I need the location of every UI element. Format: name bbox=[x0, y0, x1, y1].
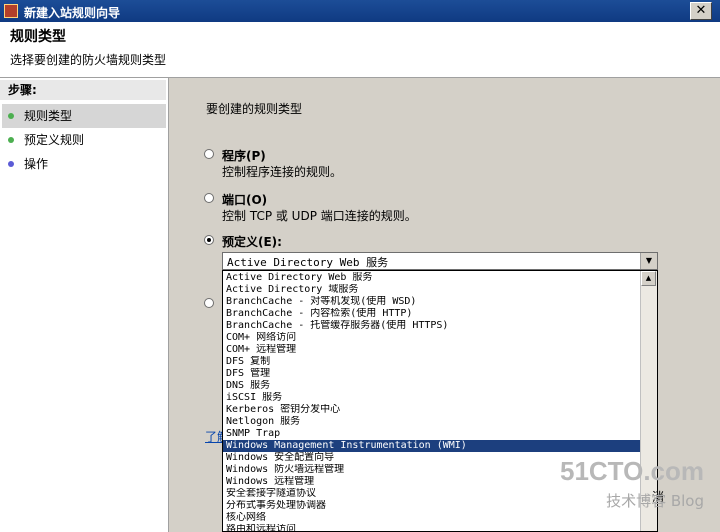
dropdown-option[interactable]: BranchCache - 托管缓存服务器(使用 HTTPS) bbox=[223, 320, 642, 332]
step-action[interactable]: 操作 bbox=[2, 152, 166, 176]
dropdown-option[interactable]: BranchCache - 对等机发现(使用 WSD) bbox=[223, 296, 642, 308]
dropdown-option[interactable]: Windows Management Instrumentation (WMI) bbox=[223, 440, 642, 452]
step-predefined-rules[interactable]: 预定义规则 bbox=[2, 128, 166, 152]
step-status-dot-icon bbox=[8, 161, 14, 167]
watermark: 51CTO.com 技术博客 Blog bbox=[560, 456, 704, 516]
step-label: 预定义规则 bbox=[24, 133, 85, 147]
steps-pane: 步骤: 规则类型 预定义规则 操作 bbox=[0, 78, 169, 532]
watermark-site: 51CTO.com bbox=[559, 456, 704, 486]
steps-heading: 步骤: bbox=[0, 80, 166, 100]
watermark-tagline: 技术博客 Blog bbox=[606, 492, 704, 510]
step-label: 操作 bbox=[24, 157, 49, 171]
step-label: 规则类型 bbox=[24, 109, 73, 123]
option-program-label: 程序(P) bbox=[222, 149, 266, 163]
rule-type-prompt: 要创建的规则类型 bbox=[206, 102, 303, 116]
dropdown-option[interactable]: DFS 复制 bbox=[223, 356, 642, 368]
dropdown-option[interactable]: SNMP Trap bbox=[223, 428, 642, 440]
page-subtitle: 选择要创建的防火墙规则类型 bbox=[10, 53, 167, 67]
radio-custom[interactable] bbox=[204, 298, 214, 308]
dropdown-option[interactable]: Active Directory 域服务 bbox=[223, 284, 642, 296]
dropdown-option[interactable]: Kerberos 密钥分发中心 bbox=[223, 404, 642, 416]
dropdown-option[interactable]: COM+ 网络访问 bbox=[223, 332, 642, 344]
dropdown-option[interactable]: DFS 管理 bbox=[223, 368, 642, 380]
close-button[interactable]: ✕ bbox=[690, 2, 712, 20]
option-port-label: 端口(O) bbox=[222, 193, 268, 207]
dropdown-arrow-icon[interactable]: ▼ bbox=[640, 253, 657, 269]
firewall-app-icon bbox=[4, 4, 18, 18]
dropdown-option[interactable]: DNS 服务 bbox=[223, 380, 642, 392]
window-title: 新建入站规则向导 bbox=[24, 6, 121, 20]
radio-port[interactable] bbox=[204, 193, 214, 203]
dropdown-option[interactable]: COM+ 远程管理 bbox=[223, 344, 642, 356]
dropdown-option[interactable]: iSCSI 服务 bbox=[223, 392, 642, 404]
option-program-desc: 控制程序连接的规则。 bbox=[222, 165, 343, 179]
predefined-rule-select[interactable]: Active Directory Web 服务 ▼ bbox=[222, 252, 658, 270]
radio-predefined[interactable] bbox=[204, 235, 214, 245]
scroll-up-icon[interactable]: ▲ bbox=[641, 271, 656, 286]
selected-value: Active Directory Web 服务 bbox=[227, 256, 389, 269]
title-bar: 新建入站规则向导 ✕ bbox=[0, 0, 720, 22]
dropdown-option[interactable]: 路由和远程访问 bbox=[223, 524, 642, 531]
option-predefined-label: 预定义(E): bbox=[222, 235, 282, 249]
wizard-header: 规则类型 选择要创建的防火墙规则类型 bbox=[0, 22, 720, 78]
step-rule-type[interactable]: 规则类型 bbox=[2, 104, 166, 128]
step-status-dot-icon bbox=[8, 137, 14, 143]
dropdown-option[interactable]: Active Directory Web 服务 bbox=[223, 272, 642, 284]
dropdown-option[interactable]: Netlogon 服务 bbox=[223, 416, 642, 428]
option-port-desc: 控制 TCP 或 UDP 端口连接的规则。 bbox=[222, 209, 417, 223]
step-status-dot-icon bbox=[8, 113, 14, 119]
radio-program[interactable] bbox=[204, 149, 214, 159]
dropdown-option[interactable]: BranchCache - 内容检索(使用 HTTP) bbox=[223, 308, 642, 320]
page-title: 规则类型 bbox=[10, 29, 66, 45]
